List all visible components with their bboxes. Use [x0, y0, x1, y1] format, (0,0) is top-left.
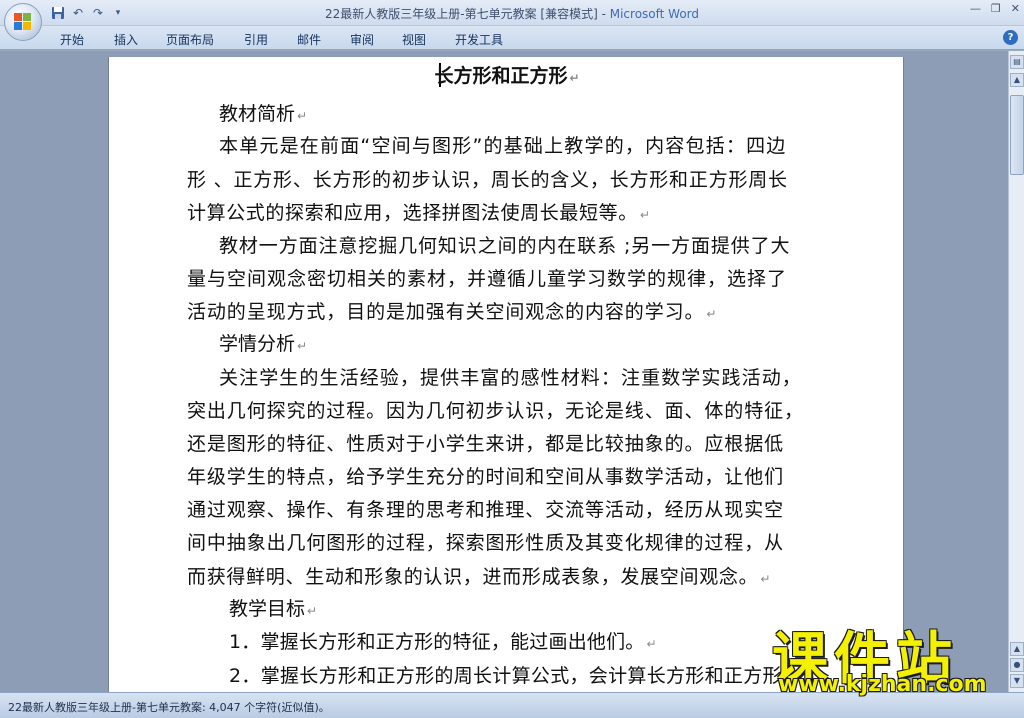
paragraph-mark: ↵ [639, 208, 651, 222]
paragraph-mark: ↵ [646, 637, 657, 651]
title-bar: ↶ ↷ ▾ 22最新人教版三年级上册-第七单元教案 [兼容模式] - Micro… [0, 0, 1024, 26]
paragraph-line: 教材简析 ↵ [219, 103, 308, 125]
paragraph-line: 还是图形的特征、性质对于小学生来讲，都是比较抽象的。应根据低 [187, 433, 785, 455]
select-browse-object-icon[interactable]: ● [1010, 658, 1024, 672]
document-heading: 长方形和正方形 ↵ [434, 65, 580, 87]
paragraph-line: 形 、正方形、长方形的初步认识，周长的含义，长方形和正方形周长 [187, 169, 788, 191]
vertical-scrollbar[interactable]: ▤ ▲ ▲ ● ▼ [1008, 51, 1024, 692]
ribbon-tabs: 开始 插入 页面布局 引用 邮件 审阅 视图 开发工具 ? [0, 26, 1024, 50]
tab-review[interactable]: 审阅 [350, 31, 374, 48]
paragraph-mark: ↵ [307, 604, 318, 618]
tab-page-layout[interactable]: 页面布局 [166, 31, 214, 48]
office-button[interactable] [4, 3, 42, 41]
paragraph-line: 教学目标 ↵ [229, 598, 318, 620]
paragraph-line: 活动的呈现方式，目的是加强有关空间观念的内容的学习。 ↵ [187, 301, 718, 323]
tab-home[interactable]: 开始 [60, 31, 84, 48]
next-page-icon[interactable]: ▼ [1010, 674, 1024, 688]
previous-page-icon[interactable]: ▲ [1010, 642, 1024, 656]
document-title: 22最新人教版三年级上册-第七单元教案 [兼容模式] [324, 7, 598, 21]
tab-view[interactable]: 视图 [402, 31, 426, 48]
paragraph-mark: ↵ [297, 109, 308, 123]
paragraph-line: 学情分析 ↵ [219, 333, 308, 355]
app-name: Microsoft Word [609, 7, 700, 21]
close-icon[interactable]: ✕ [1011, 2, 1020, 15]
paragraph-line: 间中抽象出几何图形的过程，探索图形性质及其变化规律的过程，从 [187, 532, 785, 554]
paragraph-mark: ↵ [297, 339, 308, 353]
paragraph-mark: ↵ [760, 572, 772, 586]
help-icon[interactable]: ? [1003, 30, 1018, 45]
paragraph-line: 通过观察、操作、有条理的思考和推理、交流等活动，经历从现实空 [187, 499, 785, 521]
paragraph-line: 2．掌握长方形和正方形的周长计算公式，会计算长方形和正方形 [229, 665, 782, 687]
tab-references[interactable]: 引用 [244, 31, 268, 48]
minimize-icon[interactable]: — [970, 2, 981, 15]
paragraph-line: 突出几何探究的过程。因为几何初步认识，无论是线、面、体的特征， [187, 400, 804, 422]
window-title: 22最新人教版三年级上册-第七单元教案 [兼容模式] - Microsoft W… [324, 7, 700, 21]
document-page[interactable]: 长方形和正方形 ↵ 教材简析 ↵ 本单元是在前面“空间与图形”的基础上教学的，内容包括… [108, 57, 904, 697]
paragraph-line: 计算公式的探索和应用，选择拼图法使周长最短等。 ↵ [187, 202, 651, 224]
watermark: 课件站 www.kjzhan.com [772, 614, 1012, 697]
ruler-toggle-icon[interactable]: ▤ [1010, 55, 1024, 69]
tab-insert[interactable]: 插入 [114, 31, 138, 48]
window-controls: — ❐ ✕ [970, 2, 1020, 15]
scroll-thumb[interactable] [1010, 95, 1024, 175]
paragraph-line: 而获得鲜明、生动和形象的认识，进而形成表象，发展空间观念。 ↵ [187, 566, 772, 588]
paragraph-line: 量与空间观念密切相关的素材，并遵循儿童学习数学的规律，选择了 [187, 268, 788, 290]
paragraph-line: 年级学生的特点，给予学生充分的时间和空间从事数学活动，让他们 [187, 466, 785, 488]
paragraph-line: 本单元是在前面“空间与图形”的基础上教学的，内容包括：四边 [219, 135, 787, 157]
paragraph-line: 教材一方面注意挖掘几何知识之间的内在联系 ;另一方面提供了大 [219, 235, 791, 257]
status-text: 22最新人教版三年级上册-第七单元教案: 4,047 个字符(近似值)。 [8, 701, 330, 714]
scroll-up-icon[interactable]: ▲ [1010, 73, 1024, 87]
paragraph-line: 1．掌握长方形和正方形的特征，能过画出他们。 ↵ [229, 631, 657, 653]
restore-icon[interactable]: ❐ [991, 2, 1001, 15]
tab-mailings[interactable]: 邮件 [297, 31, 321, 48]
paragraph-line: 关注学生的生活经验，提供丰富的感性材料：注重数学实践活动， [219, 367, 802, 389]
paragraph-mark: ↵ [706, 307, 718, 321]
watermark-url: www.kjzhan.com [778, 672, 987, 697]
office-logo-icon [14, 13, 32, 31]
tab-developer[interactable]: 开发工具 [455, 31, 503, 48]
document-workspace: 长方形和正方形 ↵ 教材简析 ↵ 本单元是在前面“空间与图形”的基础上教学的，内容包括… [0, 51, 1008, 697]
